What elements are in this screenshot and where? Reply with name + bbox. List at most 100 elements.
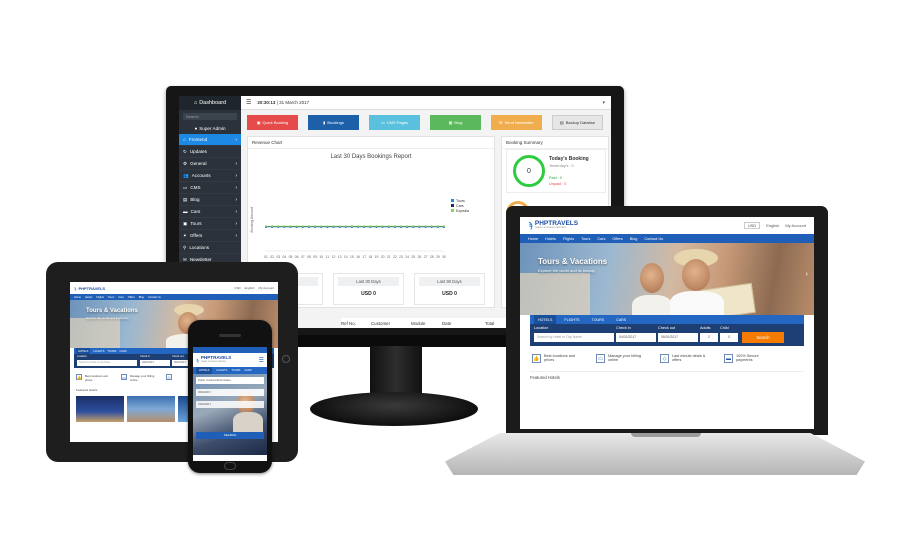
checkin-input[interactable]: 04/01/2017 xyxy=(140,360,170,366)
sidebar-item-locations[interactable]: ⚲ Locations xyxy=(179,242,241,254)
column-header: Total xyxy=(485,320,495,326)
tab-flights[interactable]: FLIGHTS xyxy=(216,369,227,372)
menu-icon[interactable]: ☰ xyxy=(259,357,264,364)
language-select[interactable]: English xyxy=(766,223,779,228)
nav-blog[interactable]: Blog xyxy=(630,237,638,241)
nav-cars[interactable]: Cars xyxy=(118,296,123,299)
feature-item: ◇ Last minute deals & offers xyxy=(660,354,710,363)
dashboard-icon: ⌂ xyxy=(193,100,198,106)
checkout-input[interactable]: 06/01/2017 xyxy=(658,333,698,342)
nav-offers[interactable]: Offers xyxy=(128,296,135,299)
sidebar-item-frontend[interactable]: ⌂ Frontend › xyxy=(179,134,241,146)
x-tick-label: 29 xyxy=(436,255,440,259)
blog-button[interactable]: ▦ Blog xyxy=(430,115,481,130)
send-newsletter-button[interactable]: ✉ Send Newsletter xyxy=(491,115,542,130)
nav-flights[interactable]: Flights xyxy=(96,296,104,299)
data-point xyxy=(326,225,329,228)
hotel-image[interactable] xyxy=(76,396,124,422)
nav-hotels[interactable]: Hotels xyxy=(545,237,556,241)
stat-label: Last 90 Days xyxy=(419,277,480,286)
chart-legend: Tours Cars Expedia xyxy=(451,199,469,214)
nav-tours[interactable]: Tours xyxy=(581,237,590,241)
nav-cars[interactable]: Cars xyxy=(597,237,605,241)
sidebar-item-accounts[interactable]: 👥 Accounts › xyxy=(179,170,241,182)
sidebar-item-cars[interactable]: ▬ Cars › xyxy=(179,206,241,218)
checkin-input[interactable]: 04/01/2017 xyxy=(616,333,656,342)
sidebar-item-cms[interactable]: ▭ CMS › xyxy=(179,182,241,194)
phone-site-screen: ϡ PHPTRAVELS TRAVEL BUSINESS PARTNER ☰ H… xyxy=(193,347,267,461)
stat-card-30-days: Last 30 Days USD 0 xyxy=(333,273,404,305)
phone-search-button[interactable]: SEARCH xyxy=(196,432,264,439)
tab-flights[interactable]: FLIGHTS xyxy=(560,318,583,322)
tab-cars[interactable]: CARS xyxy=(612,318,630,322)
column-header: Module xyxy=(411,320,426,326)
nav-contact[interactable]: Contact Us xyxy=(644,237,663,241)
site-logo[interactable]: ϡ PHPTRAVELS xyxy=(74,286,105,291)
nav-home[interactable]: Home xyxy=(74,296,81,299)
currency-select[interactable]: USD xyxy=(234,286,240,290)
data-point xyxy=(295,225,298,228)
nav-offers[interactable]: Offers xyxy=(612,237,622,241)
search-button[interactable]: Search xyxy=(742,332,784,343)
hero-next-arrow-icon[interactable]: › xyxy=(806,271,808,278)
phone-checkout-input[interactable]: 31/03/2017 xyxy=(196,401,264,408)
tab-cars[interactable]: CARS xyxy=(119,350,126,353)
feature-text: Manage your billing online xyxy=(130,374,155,382)
location-input[interactable]: Search by Hotel or City Name xyxy=(77,360,137,366)
site-logo[interactable]: ϡ PHPTRAVELS TRAVEL BUSINESS PARTNER xyxy=(528,220,578,231)
sidebar-item-tours[interactable]: ▣ Tours › xyxy=(179,218,241,230)
button-label: Backup Databse xyxy=(565,120,596,125)
yesterday-booking: Yesterday's : 0 xyxy=(549,164,574,168)
currency-select[interactable]: USD xyxy=(743,222,761,229)
tab-tours[interactable]: TOURS xyxy=(231,369,240,372)
adults-stepper[interactable]: 2 xyxy=(700,333,718,342)
nav-contact[interactable]: Contact Us xyxy=(148,296,161,299)
id-card-icon: ▭ xyxy=(121,374,127,380)
x-tick-label: 08 xyxy=(307,255,311,259)
map-marker-icon: ⚲ xyxy=(183,244,187,250)
my-account-link[interactable]: My Account xyxy=(785,223,806,228)
child-stepper[interactable]: 0 xyxy=(720,333,738,342)
feature-item: 👍 Best locations and prices xyxy=(532,354,582,363)
sidebar-item-offers[interactable]: ✦ Offers › xyxy=(179,230,241,242)
users-icon: 👥 xyxy=(183,172,189,178)
button-label: Quick Booking xyxy=(262,120,289,125)
chevron-right-icon: › xyxy=(235,172,237,179)
nav-blog[interactable]: Blog xyxy=(139,296,144,299)
phone-checkin-input[interactable]: 30/03/2017 xyxy=(196,389,264,396)
logo-mark-icon: ϡ xyxy=(196,357,199,363)
tab-cars[interactable]: CARS xyxy=(244,369,251,372)
location-input[interactable]: Search by Hotel or City Name xyxy=(534,333,614,342)
button-label: Send Newsletter xyxy=(504,120,534,125)
tab-flights[interactable]: FLIGHTS xyxy=(93,350,104,353)
site-logo[interactable]: ϡ PHPTRAVELS TRAVEL BUSINESS PARTNER xyxy=(196,355,231,364)
nav-hotels[interactable]: Hotels xyxy=(85,296,92,299)
bookings-button[interactable]: ▮ Bookings xyxy=(308,115,359,130)
phone-location-input[interactable]: Dubai, United Arab Emirates xyxy=(196,377,264,384)
sidebar-item-blog[interactable]: ▤ Blog › xyxy=(179,194,241,206)
backup-database-button[interactable]: ▤ Backup Databse xyxy=(552,115,603,130)
menu-toggle-icon[interactable]: ☰ xyxy=(246,99,251,106)
language-select[interactable]: English xyxy=(245,286,255,290)
tab-tours[interactable]: TOURS xyxy=(107,350,116,353)
sidebar-item-updates[interactable]: ↻ Updates xyxy=(179,146,241,158)
tab-tours[interactable]: TOURS xyxy=(588,318,609,322)
sidebar-header[interactable]: ⌂ Dashboard xyxy=(179,96,241,110)
quick-booking-button[interactable]: ▣ Quick Booking xyxy=(247,115,298,130)
sidebar-search-input[interactable]: Search xyxy=(183,113,237,120)
my-account-link[interactable]: My Account xyxy=(258,286,274,290)
chevron-down-icon[interactable]: ▾ xyxy=(602,100,605,106)
hero-person-face xyxy=(640,263,664,293)
tab-hotels[interactable]: HOTELS xyxy=(196,367,213,374)
hotel-image[interactable] xyxy=(127,396,175,422)
nav-home[interactable]: Home xyxy=(528,237,538,241)
nav-flights[interactable]: Flights xyxy=(563,237,574,241)
tab-hotels[interactable]: HOTELS xyxy=(534,315,557,324)
nav-tours[interactable]: Tours xyxy=(108,296,114,299)
user-icon: ● xyxy=(194,126,198,131)
features-row: 👍 Best locations and prices ▭ Manage your … xyxy=(520,346,814,363)
checkout-label: Check out xyxy=(658,326,676,330)
sidebar-user[interactable]: ● Super Admin xyxy=(179,123,241,134)
cms-pages-button[interactable]: ▭ CMS Pages xyxy=(369,115,420,130)
sidebar-item-general[interactable]: ⚙ General › xyxy=(179,158,241,170)
